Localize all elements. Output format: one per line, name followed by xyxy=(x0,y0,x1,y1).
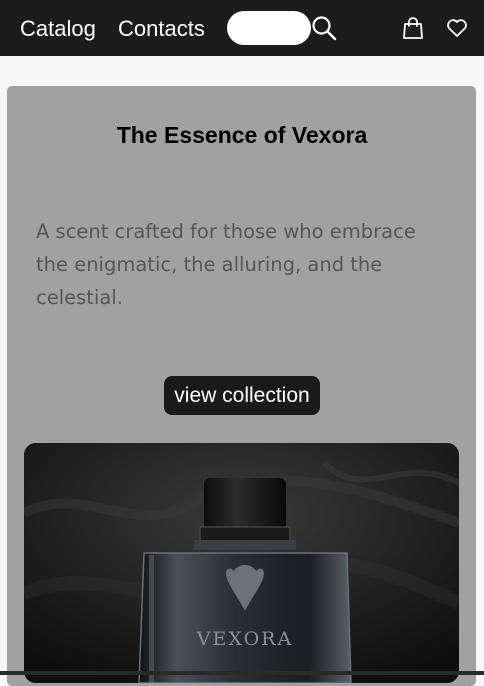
hero-title: The Essence of Vexora xyxy=(116,122,368,148)
search-input[interactable] xyxy=(227,11,311,45)
hero-description: A scent crafted for those who embrace th… xyxy=(36,220,416,309)
view-collection-button[interactable]: view collection xyxy=(164,376,320,415)
nav-link-catalog[interactable]: Catalog xyxy=(20,14,96,44)
shopping-bag-icon[interactable] xyxy=(401,16,425,40)
nav-link-contacts[interactable]: Contacts xyxy=(118,14,205,44)
product-image: VEXORA xyxy=(24,443,459,683)
heart-icon[interactable] xyxy=(446,17,468,39)
search-icon[interactable] xyxy=(311,15,337,41)
bottle-brand-text: VEXORA xyxy=(196,628,293,650)
top-navigation-bar: Catalog Contacts xyxy=(0,0,484,56)
bottom-divider xyxy=(0,671,484,675)
